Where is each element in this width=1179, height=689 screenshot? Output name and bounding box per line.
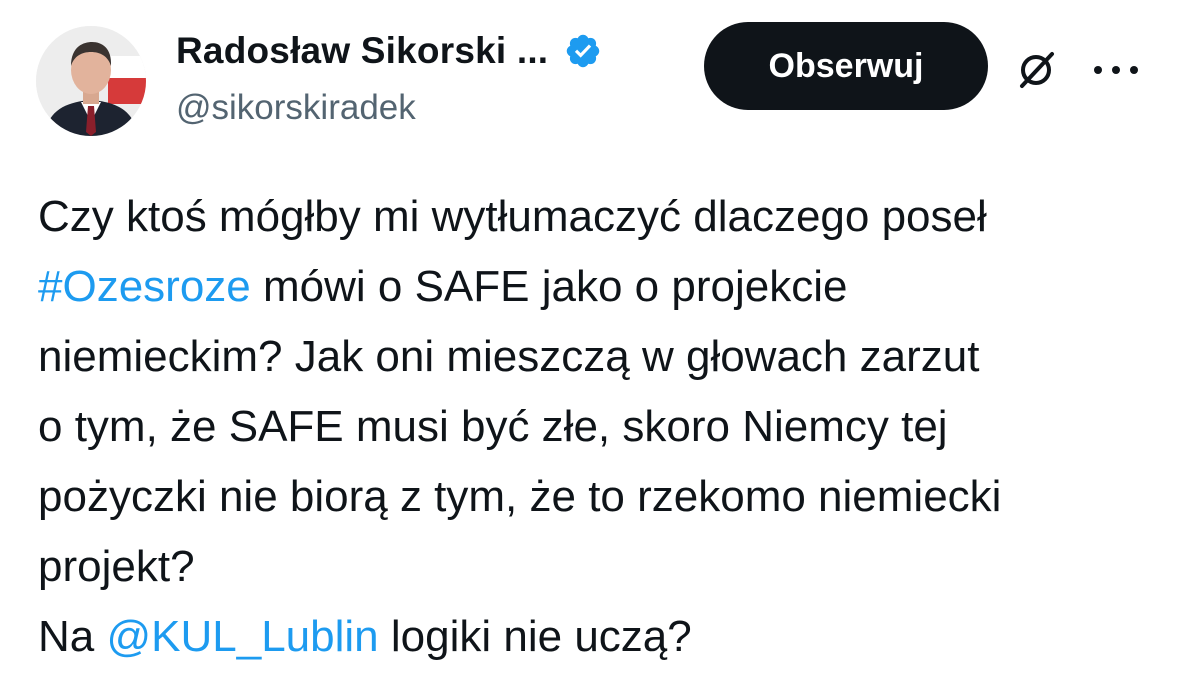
author-name-row: Radosław Sikorski ... <box>176 30 602 72</box>
tweet-line: niemieckim? Jak oni mieszczą w głowach z… <box>38 332 980 381</box>
tweet-line-text: Na <box>38 612 107 661</box>
avatar[interactable] <box>36 26 146 136</box>
more-options-icon[interactable] <box>1094 48 1138 92</box>
tweet-line: o tym, że SAFE musi być złe, skoro Niemc… <box>38 402 948 451</box>
author-display-name[interactable]: Radosław Sikorski ... <box>176 30 548 72</box>
follow-button[interactable]: Obserwuj <box>704 22 988 110</box>
more-dot <box>1094 66 1102 74</box>
tweet-line: Czy ktoś mógłby mi wytłumaczyć dlaczego … <box>38 192 987 241</box>
hashtag-link[interactable]: #Ozesroze <box>38 262 251 311</box>
avatar-image <box>36 26 146 136</box>
more-dot <box>1112 66 1120 74</box>
tweet-line: pożyczki nie biorą z tym, że to rzekomo … <box>38 472 1002 521</box>
tweet-line-text: mówi o SAFE jako o projekcie <box>250 262 848 311</box>
tweet-line: projekt? <box>38 542 195 591</box>
author-handle[interactable]: @sikorskiradek <box>176 88 416 128</box>
tweet-text: Czy ktoś mógłby mi wytłumaczyć dlaczego … <box>38 182 1148 672</box>
tweet-line: #Ozesroze mówi o SAFE jako o projekcie <box>38 252 1148 322</box>
more-dot <box>1130 66 1138 74</box>
tweet-line-text: logiki nie uczą? <box>378 612 692 661</box>
grok-icon[interactable] <box>1014 48 1058 92</box>
verified-badge-icon <box>564 32 602 70</box>
tweet-line: Na @KUL_Lublin logiki nie uczą? <box>38 602 1148 672</box>
mention-link[interactable]: @KUL_Lublin <box>106 612 378 661</box>
